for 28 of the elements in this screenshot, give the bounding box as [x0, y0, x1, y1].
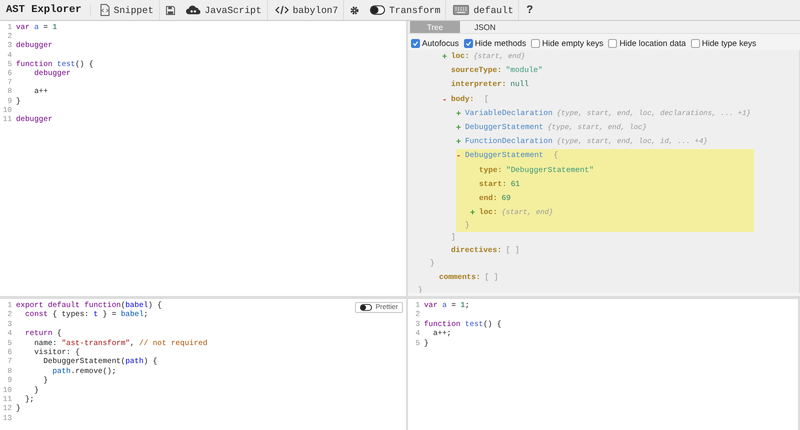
- checkbox-label: Hide methods: [474, 38, 526, 48]
- checkbox-label: Hide type keys: [702, 38, 756, 48]
- collapse-toggle[interactable]: -: [442, 94, 451, 105]
- save-icon[interactable]: [166, 6, 175, 14]
- toolbar-button[interactable]: default: [448, 0, 520, 20]
- checkbox[interactable]: [608, 38, 618, 48]
- app-title: AST Explorer: [6, 4, 91, 16]
- settings-icon[interactable]: [350, 6, 360, 14]
- help-button[interactable]: ?: [521, 0, 538, 20]
- toolbar-button[interactable]: Snippet: [94, 0, 160, 20]
- checkbox[interactable]: [464, 38, 473, 48]
- file-code-icon: [100, 4, 110, 16]
- toolbar-button[interactable]: Transform: [365, 0, 446, 20]
- cloud-icon: [186, 5, 201, 15]
- toggle-icon: [370, 5, 386, 15]
- toolbar-button[interactable]: babylon7: [270, 0, 344, 20]
- checkbox-label: Autofocus: [422, 38, 459, 48]
- keyboard-icon: [453, 5, 470, 15]
- checkbox-label: Hide location data: [619, 38, 686, 48]
- checkbox[interactable]: [690, 38, 700, 48]
- view-tab[interactable]: JSON: [460, 21, 510, 33]
- checkbox-label: Hide empty keys: [542, 38, 604, 48]
- toolbar-button[interactable]: JavaScript: [180, 0, 268, 20]
- toggle-icon: [360, 304, 372, 311]
- collapse-toggle[interactable]: -: [456, 151, 465, 162]
- checkbox[interactable]: [411, 38, 420, 48]
- code-brackets-icon: [274, 5, 289, 15]
- checkbox[interactable]: [531, 38, 540, 48]
